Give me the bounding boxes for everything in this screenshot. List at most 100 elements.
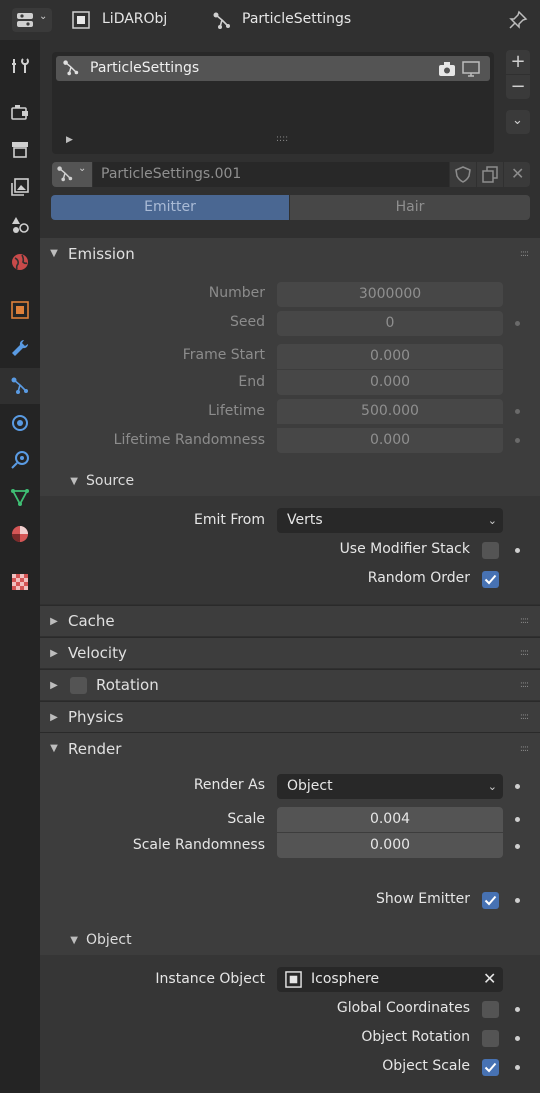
remove-particle-system-button[interactable]: −: [506, 75, 530, 99]
keyframe-dot[interactable]: [515, 817, 520, 822]
keyframe-dot[interactable]: [515, 1065, 520, 1070]
chevron-down-icon: ⌄: [487, 780, 497, 793]
constraints-tab[interactable]: [4, 444, 36, 476]
seed-field[interactable]: 0: [277, 311, 503, 336]
filter-toggle-icon[interactable]: ▶: [66, 135, 73, 145]
datablock-name-field[interactable]: ParticleSettings.001: [93, 162, 449, 187]
lifetime-randomness-field[interactable]: 0.000: [277, 428, 503, 453]
editor-type-button[interactable]: ⌄: [12, 8, 52, 32]
chevron-down-icon: ⌄: [39, 11, 48, 22]
lifetime-field[interactable]: 500.000: [277, 399, 503, 424]
emit-from-dropdown[interactable]: Verts ⌄: [277, 508, 503, 533]
chevron-down-icon: ⌄: [512, 113, 523, 128]
use-modifier-stack-checkbox[interactable]: [482, 542, 499, 559]
modifiers-tab[interactable]: [4, 332, 36, 364]
object-scale-checkbox[interactable]: [482, 1059, 499, 1076]
object-name[interactable]: LiDARObj: [102, 11, 167, 27]
scale-randomness-label: Scale Randomness: [132, 837, 265, 853]
scale-field[interactable]: 0.004: [277, 807, 503, 832]
output-tab[interactable]: [4, 133, 36, 165]
texture-tab[interactable]: [4, 566, 36, 598]
list-resize-grip[interactable]: ::::: [276, 134, 288, 144]
physics-panel-header[interactable]: ▶ Physics ::::: [40, 701, 540, 732]
type-hair-button[interactable]: Hair: [290, 195, 530, 220]
drag-grip-icon[interactable]: ::::: [520, 712, 529, 722]
drag-grip-icon[interactable]: ::::: [520, 648, 529, 658]
scale-randomness-field[interactable]: 0.000: [277, 833, 503, 858]
global-coordinates-checkbox[interactable]: [482, 1001, 499, 1018]
scene-shapes-icon: [12, 217, 29, 233]
clear-icon[interactable]: ✕: [483, 969, 496, 988]
keyframe-dot[interactable]: [515, 409, 520, 414]
show-emitter-checkbox[interactable]: [482, 892, 499, 909]
object-rotation-checkbox[interactable]: [482, 1030, 499, 1047]
render-camera-icon[interactable]: [438, 61, 456, 77]
object-tab[interactable]: [4, 294, 36, 326]
drag-grip-icon[interactable]: ::::: [520, 744, 529, 754]
chevron-down-icon: ⌄: [78, 163, 87, 174]
scene-tab[interactable]: [4, 209, 36, 241]
wrench-screwdriver-icon: [12, 58, 29, 73]
unlink-button[interactable]: ✕: [504, 162, 530, 187]
source-subpanel-header[interactable]: ▼ Source: [40, 466, 540, 496]
viewport-monitor-icon[interactable]: [462, 61, 480, 77]
duplicate-button[interactable]: [477, 162, 503, 187]
source-subpanel-title: Source: [86, 473, 135, 489]
physics-panel-title: Physics: [68, 708, 124, 726]
rotation-panel-header[interactable]: ▶ Rotation ::::: [40, 669, 540, 700]
keyframe-dot[interactable]: [515, 548, 520, 553]
keyframe-dot[interactable]: [515, 438, 520, 443]
properties-editor-icon: [17, 13, 33, 27]
render-tab[interactable]: [4, 96, 36, 128]
object-subpanel-header[interactable]: ▼ Object: [40, 925, 540, 955]
view-layer-tab[interactable]: [4, 171, 36, 203]
keyframe-dot[interactable]: [515, 784, 520, 789]
number-field[interactable]: 3000000: [277, 282, 503, 307]
drag-grip-icon[interactable]: ::::: [520, 680, 529, 690]
list-item[interactable]: ParticleSettings: [56, 56, 490, 81]
random-order-label: Random Order: [367, 570, 470, 586]
tool-tab[interactable]: [4, 50, 36, 82]
fake-user-button[interactable]: [450, 162, 476, 187]
keyframe-dot[interactable]: [515, 321, 520, 326]
keyframe-dot[interactable]: [515, 1036, 520, 1041]
particle-settings-name[interactable]: ParticleSettings: [242, 11, 351, 27]
camera-back-icon: [11, 105, 28, 120]
data-tab[interactable]: [4, 481, 36, 513]
drag-grip-icon[interactable]: ::::: [520, 616, 529, 626]
object-rotation-label: Object Rotation: [361, 1029, 470, 1045]
checker-icon: [12, 574, 28, 590]
drag-grip-icon[interactable]: ::::: [520, 249, 529, 259]
end-field[interactable]: 0.000: [277, 370, 503, 395]
duplicate-icon: [482, 166, 498, 183]
world-tab[interactable]: [4, 246, 36, 278]
object-icon: [72, 11, 90, 29]
render-as-dropdown[interactable]: Object ⌄: [277, 774, 503, 799]
render-panel-header[interactable]: ▼ Render ::::: [40, 733, 540, 764]
collapsed-arrow-icon: ▶: [50, 647, 58, 659]
emission-panel-header[interactable]: ▼ Emission ::::: [40, 238, 540, 269]
frame-start-field[interactable]: 0.000: [277, 344, 503, 369]
type-emitter-button[interactable]: Emitter: [51, 195, 289, 220]
keyframe-dot[interactable]: [515, 1007, 520, 1012]
datablock-browse-button[interactable]: ⌄: [52, 162, 92, 187]
physics-tab[interactable]: [4, 407, 36, 439]
number-label: Number: [208, 285, 265, 301]
material-tab[interactable]: [4, 518, 36, 550]
material-sphere-icon: [12, 526, 28, 542]
keyframe-dot[interactable]: [515, 898, 520, 903]
specials-menu-button[interactable]: ⌄: [506, 110, 530, 134]
add-particle-system-button[interactable]: +: [506, 50, 530, 74]
particles-icon: [212, 11, 232, 31]
render-as-value: Object: [287, 778, 333, 794]
rotation-enable-checkbox[interactable]: [70, 676, 87, 694]
particle-system-list[interactable]: ParticleSettings ▶ ::::: [52, 52, 494, 154]
random-order-checkbox[interactable]: [482, 571, 499, 588]
instance-object-field[interactable]: Icosphere ✕: [277, 967, 503, 992]
velocity-panel-header[interactable]: ▶ Velocity ::::: [40, 637, 540, 668]
keyframe-dot[interactable]: [515, 844, 520, 849]
checkmark-icon: [484, 895, 497, 906]
pin-icon[interactable]: [508, 10, 528, 30]
particles-tab[interactable]: [0, 368, 40, 404]
cache-panel-header[interactable]: ▶ Cache ::::: [40, 605, 540, 636]
